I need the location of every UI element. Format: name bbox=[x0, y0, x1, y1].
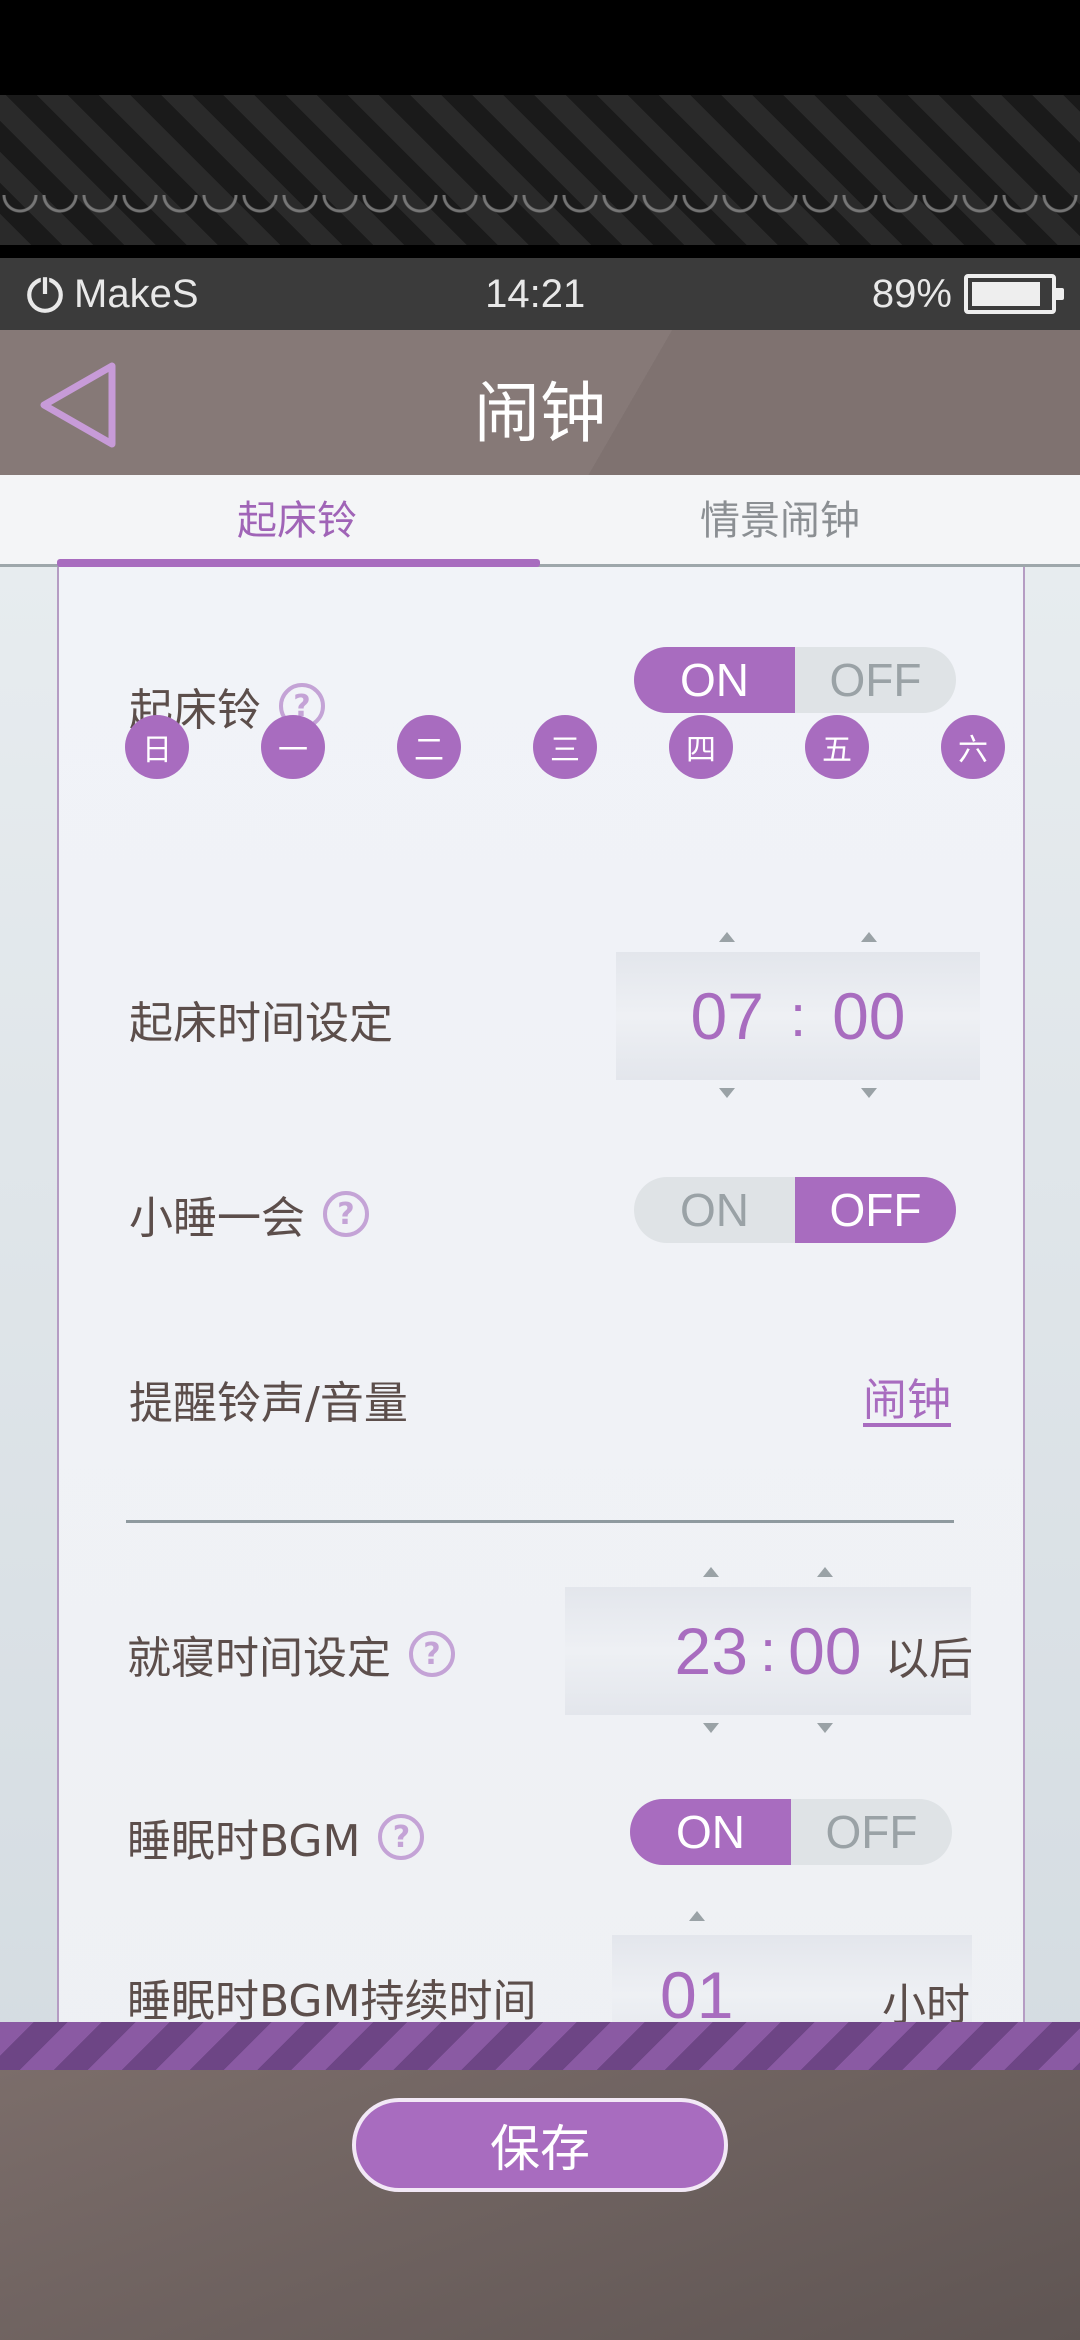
bedtime-label: 就寝时间设定 bbox=[127, 1633, 391, 1684]
decorative-header-band bbox=[0, 95, 1080, 245]
status-brand: MakeS bbox=[24, 272, 199, 317]
power-icon bbox=[27, 277, 63, 313]
status-time: 14:21 bbox=[485, 271, 586, 316]
toggle-off-option[interactable]: OFF bbox=[791, 1799, 952, 1865]
tab-wake-bell[interactable]: 起床铃 bbox=[57, 475, 537, 567]
page-title: 闹钟 bbox=[474, 375, 606, 452]
sleep-bgm-label: 睡眠时BGM bbox=[127, 1816, 361, 1867]
bedtime-hour-value: 23 bbox=[674, 1614, 748, 1688]
camera-cutout-area bbox=[0, 0, 1080, 95]
bedtime-minute-picker[interactable]: 00 bbox=[788, 1567, 862, 1733]
battery-level-fill bbox=[971, 282, 1040, 306]
battery-percent: 89% bbox=[871, 271, 952, 316]
bedtime-row: 就寝时间设定 ? bbox=[127, 1622, 455, 1686]
bedtime-spinner: 23 : 00 以后 bbox=[565, 1567, 973, 1733]
time-separator: : bbox=[759, 1618, 777, 1684]
sleep-bgm-toggle[interactable]: ON OFF bbox=[630, 1799, 952, 1865]
help-icon[interactable]: ? bbox=[378, 1814, 425, 1860]
battery-icon bbox=[963, 274, 1064, 314]
sleep-bgm-row: 睡眠时BGM ? bbox=[127, 1805, 425, 1869]
bgm-duration-label: 睡眠时BGM持续时间 bbox=[127, 1976, 537, 2027]
bgm-duration-value: 01 bbox=[660, 1958, 734, 2032]
minute-up-arrow-icon[interactable] bbox=[816, 1567, 833, 1577]
status-bar: MakeS 14:21 89% bbox=[0, 258, 1080, 330]
active-tab-indicator bbox=[57, 559, 540, 567]
hour-down-arrow-icon[interactable] bbox=[703, 1723, 720, 1733]
bedtime-hour-picker[interactable]: 23 bbox=[674, 1567, 748, 1733]
decorative-bottom-strip bbox=[0, 2022, 1080, 2070]
minute-down-arrow-icon[interactable] bbox=[816, 1723, 833, 1733]
brand-label: MakeS bbox=[74, 271, 199, 316]
bedtime-suffix: 以后 bbox=[885, 1635, 973, 1684]
toggle-on-option[interactable]: ON bbox=[630, 1799, 791, 1865]
help-icon[interactable]: ? bbox=[409, 1631, 455, 1677]
tab-scene-alarm[interactable]: 情景闹钟 bbox=[540, 475, 1020, 567]
battery-status: 89% bbox=[871, 271, 1064, 317]
tab-bar: 起床铃 情景闹钟 bbox=[0, 475, 1080, 567]
duration-up-arrow-icon[interactable] bbox=[688, 1911, 705, 1921]
bedtime-minute-value: 00 bbox=[788, 1614, 862, 1688]
save-button[interactable]: 保存 bbox=[352, 2098, 728, 2192]
hour-up-arrow-icon[interactable] bbox=[703, 1567, 720, 1577]
app-header: 闹钟 bbox=[0, 330, 1080, 475]
